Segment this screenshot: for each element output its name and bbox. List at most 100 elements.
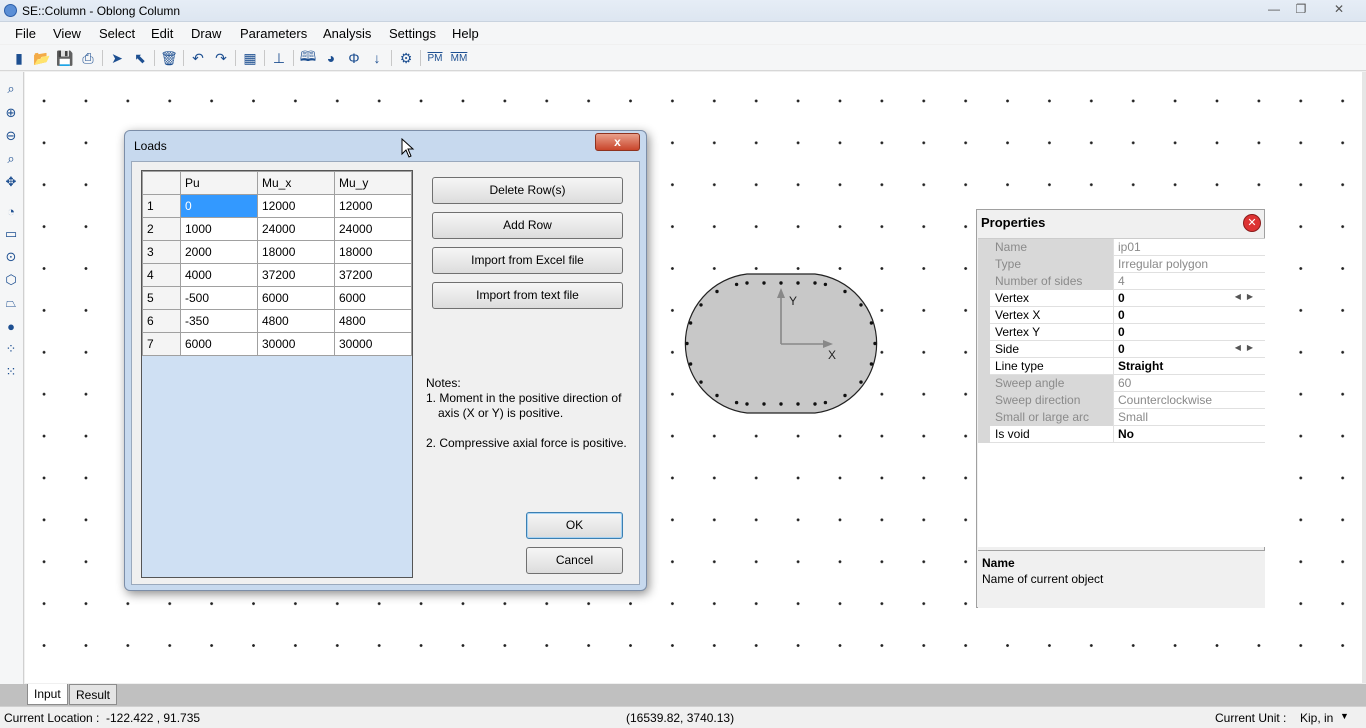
- close-window-button[interactable]: ✕: [1327, 1, 1351, 17]
- cell-mux[interactable]: 18000: [257, 240, 335, 264]
- select-icon[interactable]: ➤: [108, 49, 126, 67]
- cell-mux[interactable]: 37200: [257, 263, 335, 287]
- add-row-button[interactable]: Add Row: [432, 212, 623, 239]
- rebar-point[interactable]: [762, 281, 766, 285]
- property-row[interactable]: Side 0 ◀▶: [978, 341, 1265, 358]
- cell-muy[interactable]: 30000: [334, 332, 412, 356]
- rebar-point[interactable]: [745, 281, 749, 285]
- cell-muy[interactable]: 12000: [334, 194, 412, 218]
- rebar-point[interactable]: [779, 281, 783, 285]
- rebar-point[interactable]: [715, 393, 719, 398]
- row-number[interactable]: 3: [142, 240, 181, 264]
- rebar-point[interactable]: [869, 321, 874, 325]
- unit-selector[interactable]: Kip, in: [1300, 711, 1333, 725]
- irregular-polygon-icon[interactable]: ⏢: [2, 294, 20, 312]
- zoom-icon[interactable]: ⌕: [2, 80, 20, 98]
- print-icon[interactable]: ⎙: [79, 49, 97, 67]
- zoom-in-icon[interactable]: ⊕: [2, 104, 20, 122]
- cell-pu[interactable]: 0: [180, 194, 258, 218]
- rebar-point[interactable]: [688, 321, 693, 325]
- property-row[interactable]: Is void No: [978, 426, 1265, 443]
- property-value[interactable]: 0: [1115, 324, 1265, 341]
- circle-tool-icon[interactable]: ◔: [2, 202, 20, 220]
- cell-muy[interactable]: 37200: [334, 263, 412, 287]
- arrow-down-icon[interactable]: ↓: [368, 49, 386, 67]
- rebar-point[interactable]: [796, 281, 800, 285]
- properties-close-button[interactable]: ✕: [1243, 214, 1261, 232]
- pie-icon[interactable]: ◕: [322, 49, 340, 67]
- menu-edit[interactable]: Edit: [151, 26, 173, 41]
- menu-select[interactable]: Select: [99, 26, 135, 41]
- new-icon[interactable]: ▮: [10, 49, 28, 67]
- property-value[interactable]: 0: [1115, 307, 1265, 324]
- tab-input[interactable]: Input: [27, 684, 68, 705]
- menu-help[interactable]: Help: [452, 26, 479, 41]
- column-section[interactable]: Y X: [675, 272, 890, 417]
- vertical-scrollbar[interactable]: [1362, 72, 1366, 683]
- column-header-pu[interactable]: Pu: [180, 171, 258, 195]
- rebar-point[interactable]: [688, 362, 693, 366]
- rebar-point[interactable]: [779, 402, 783, 406]
- rebar-point[interactable]: [734, 282, 739, 287]
- cell-muy[interactable]: 24000: [334, 217, 412, 241]
- rebar-point[interactable]: [734, 400, 739, 405]
- rebar-point[interactable]: [796, 402, 800, 406]
- ok-button[interactable]: OK: [526, 512, 623, 539]
- delete-icon[interactable]: 🗑: [160, 49, 178, 67]
- rebar-point[interactable]: [762, 402, 766, 406]
- menu-draw[interactable]: Draw: [191, 26, 221, 41]
- column-header-mux[interactable]: Mu_x: [257, 171, 335, 195]
- pan-icon[interactable]: ✥: [2, 173, 20, 191]
- undo-icon[interactable]: ↶: [189, 49, 207, 67]
- vertex-spinner-icon[interactable]: ◀▶: [1235, 292, 1259, 301]
- calculator-icon[interactable]: ▦: [241, 49, 259, 67]
- loads-grid[interactable]: Pu Mu_x Mu_y 1 0 12000 12000 2 1000 2400…: [141, 170, 413, 578]
- rebar-point[interactable]: [869, 362, 874, 366]
- rebar-point[interactable]: [843, 393, 847, 398]
- rebar-point[interactable]: [823, 282, 828, 287]
- cell-mux[interactable]: 12000: [257, 194, 335, 218]
- cell-mux[interactable]: 24000: [257, 217, 335, 241]
- point-icon[interactable]: ●: [2, 317, 20, 335]
- column-header-muy[interactable]: Mu_y: [334, 171, 412, 195]
- cell-mux[interactable]: 30000: [257, 332, 335, 356]
- row-number[interactable]: 1: [142, 194, 181, 218]
- cell-muy[interactable]: 4800: [334, 309, 412, 333]
- gear-icon[interactable]: ⚙: [397, 49, 415, 67]
- save-icon[interactable]: 💾: [56, 49, 74, 67]
- side-spinner-icon[interactable]: ◀▶: [1235, 343, 1259, 352]
- rebar-point[interactable]: [813, 402, 817, 406]
- rebar-point[interactable]: [859, 303, 863, 307]
- property-row[interactable]: Sweep angle 60: [978, 375, 1265, 392]
- mm-icon[interactable]: MM: [450, 49, 468, 67]
- open-icon[interactable]: 📂: [33, 49, 51, 67]
- chevron-down-icon[interactable]: ▼: [1340, 711, 1349, 721]
- property-row[interactable]: Line type Straight: [978, 358, 1265, 375]
- zoom-window-icon[interactable]: ⌕: [2, 150, 20, 168]
- row-number[interactable]: 6: [142, 309, 181, 333]
- property-row[interactable]: Number of sides 4: [978, 273, 1265, 290]
- rebar-point[interactable]: [823, 400, 828, 405]
- cell-pu[interactable]: 1000: [180, 217, 258, 241]
- property-row[interactable]: Vertex Y 0: [978, 324, 1265, 341]
- property-row[interactable]: Small or large arc Small: [978, 409, 1265, 426]
- property-row[interactable]: Vertex X 0: [978, 307, 1265, 324]
- property-row[interactable]: Name ip01: [978, 239, 1265, 256]
- property-row[interactable]: Sweep direction Counterclockwise: [978, 392, 1265, 409]
- cancel-button[interactable]: Cancel: [526, 547, 623, 574]
- tree-icon[interactable]: ⊥: [270, 49, 288, 67]
- cell-mux[interactable]: 6000: [257, 286, 335, 310]
- circle-center-icon[interactable]: ⊙: [2, 248, 20, 266]
- grid-points-icon[interactable]: ⁙: [2, 363, 20, 381]
- redo-icon[interactable]: ↷: [212, 49, 230, 67]
- rebar-point[interactable]: [873, 341, 877, 346]
- pm-icon[interactable]: PM: [426, 49, 444, 67]
- rebar-point[interactable]: [699, 303, 703, 307]
- property-value[interactable]: No: [1115, 426, 1265, 443]
- select-node-icon[interactable]: ⬉: [131, 49, 149, 67]
- menu-settings[interactable]: Settings: [389, 26, 436, 41]
- minimize-button[interactable]: —: [1262, 1, 1286, 17]
- row-number[interactable]: 2: [142, 217, 181, 241]
- phi-icon[interactable]: Φ: [345, 49, 363, 67]
- rebar-point[interactable]: [715, 289, 719, 294]
